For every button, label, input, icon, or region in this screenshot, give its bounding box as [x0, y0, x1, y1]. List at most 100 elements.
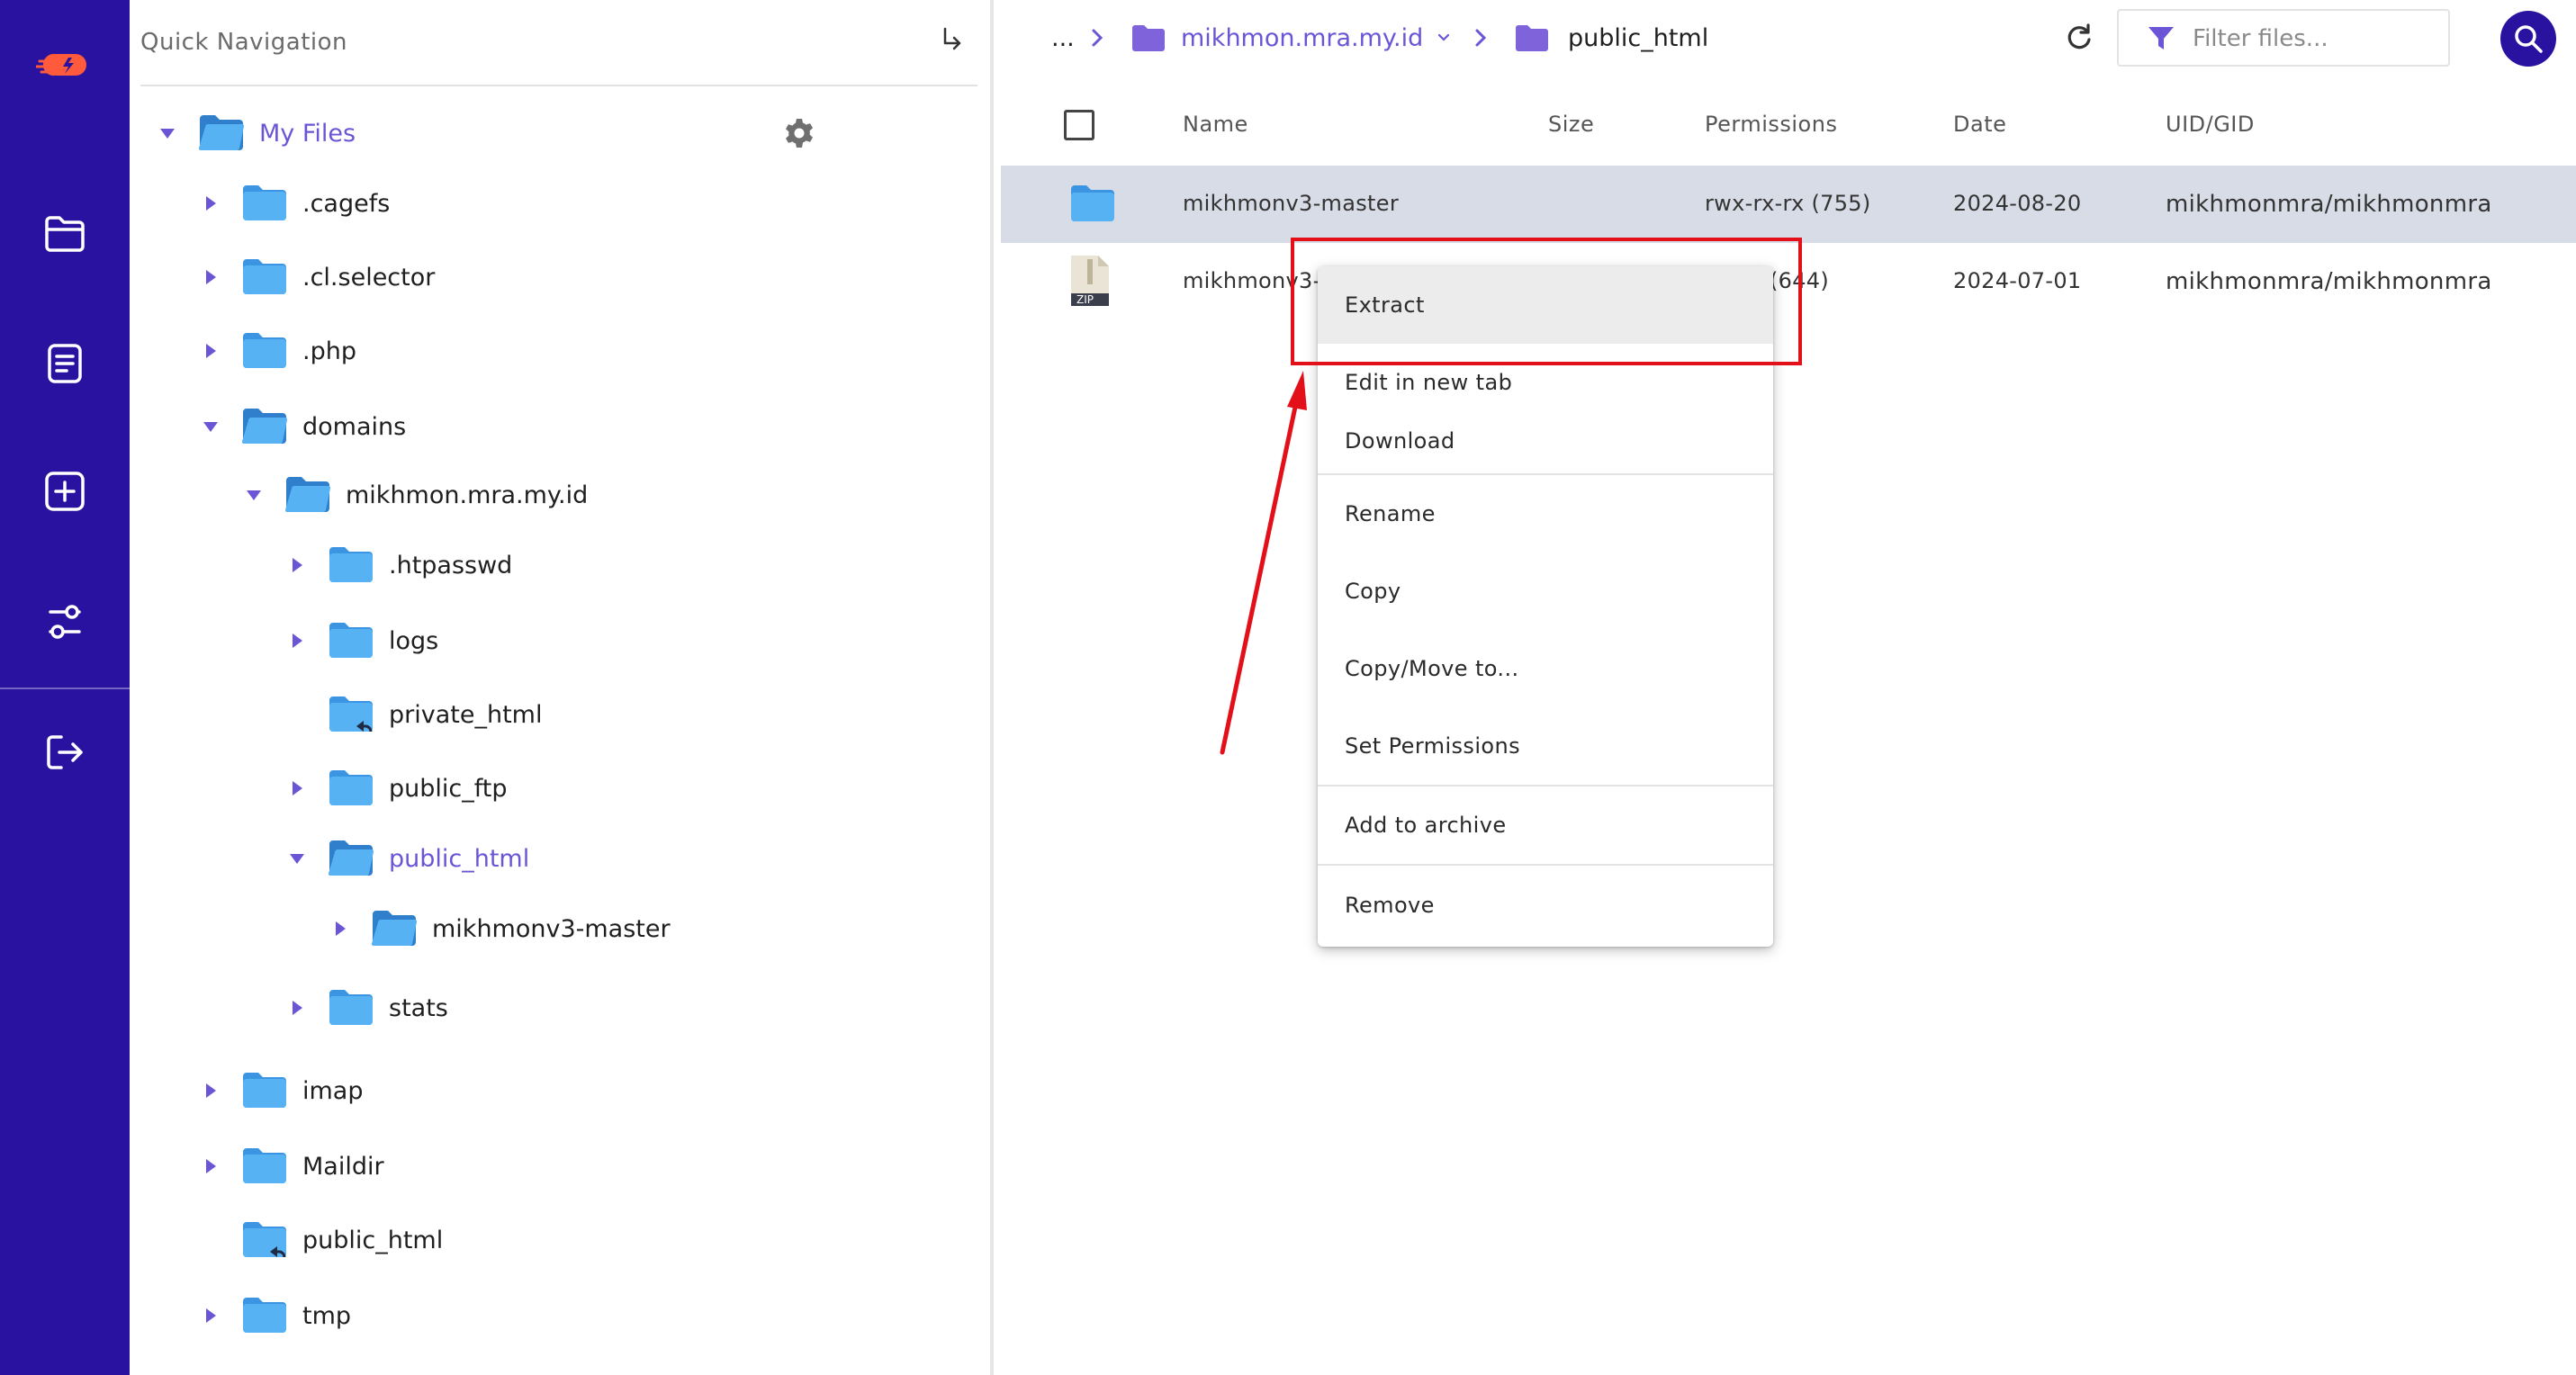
context-menu: Extract Edit in new tab Download Rename …	[1318, 266, 1773, 947]
search-button[interactable]	[2500, 11, 2556, 67]
tree-node-label: My Files	[259, 119, 356, 148]
breadcrumb-ellipsis[interactable]: ...	[1051, 22, 1075, 54]
tree-node-label: public_ftp	[389, 774, 508, 803]
caret-right-icon[interactable]	[286, 997, 308, 1019]
caret-down-icon[interactable]	[286, 848, 308, 869]
column-header-uid[interactable]: UID/GID	[2166, 112, 2255, 137]
folder-icon	[1132, 25, 1165, 51]
tree-node[interactable]: logs	[286, 617, 438, 664]
annotation-arrow	[1220, 371, 1307, 755]
tree-node-label: public_html	[302, 1226, 444, 1254]
caret-right-icon[interactable]	[329, 918, 351, 939]
settings-sliders-icon[interactable]	[40, 598, 90, 648]
breadcrumb-current[interactable]: public_html	[1514, 22, 1708, 54]
tree-node[interactable]: mikhmon.mra.my.id	[243, 472, 588, 518]
caret-right-icon[interactable]	[286, 554, 308, 576]
folder-icon	[241, 184, 288, 222]
breadcrumb-current-label: public_html	[1568, 23, 1709, 52]
document-icon[interactable]	[40, 338, 90, 389]
breadcrumb-domain[interactable]: mikhmon.mra.my.id	[1130, 22, 1450, 54]
tree-node-label: .cl.selector	[302, 263, 436, 292]
annotation-highlight-box	[1291, 238, 1802, 365]
folder-open-icon	[198, 114, 245, 152]
folder-icon	[328, 622, 374, 660]
caret-right-icon[interactable]	[200, 1155, 221, 1177]
chevron-down-icon	[1438, 33, 1450, 41]
tree-node[interactable]: public_html	[200, 1217, 443, 1263]
folder-icon	[328, 546, 374, 584]
select-all-checkbox[interactable]	[1064, 110, 1094, 140]
menu-item-copy-move[interactable]: Copy/Move to...	[1318, 630, 1773, 707]
menu-item-set-permissions[interactable]: Set Permissions	[1318, 707, 1773, 785]
folder-open-icon	[241, 408, 288, 445]
folder-icon	[241, 332, 288, 370]
tree-node[interactable]: .cl.selector	[200, 254, 435, 301]
breadcrumb-domain-label: mikhmon.mra.my.id	[1181, 23, 1424, 52]
zip-badge: ZIP	[1076, 293, 1094, 306]
folder-icon	[241, 1147, 288, 1185]
caret-right-icon[interactable]	[200, 340, 221, 362]
menu-item-download[interactable]: Download	[1318, 409, 1773, 473]
caret-down-icon[interactable]	[157, 122, 178, 144]
tree-node[interactable]: .htpasswd	[286, 542, 512, 589]
menu-item-copy[interactable]: Copy	[1318, 553, 1773, 630]
tree-node[interactable]: .cagefs	[200, 180, 390, 227]
caret-right-icon[interactable]	[286, 777, 308, 799]
folder-icon[interactable]	[40, 209, 90, 259]
caret-right-icon[interactable]	[200, 1305, 221, 1326]
tree-node-label: mikhmon.mra.my.id	[346, 481, 589, 509]
logo-icon[interactable]	[34, 47, 94, 83]
folder-icon	[1071, 185, 1114, 221]
tree-node[interactable]: imap	[200, 1067, 364, 1114]
gear-icon[interactable]	[783, 117, 815, 149]
tree-node[interactable]: public_ftp	[286, 765, 508, 812]
folder-icon	[241, 258, 288, 296]
column-header-date[interactable]: Date	[1953, 112, 2006, 137]
tree-node[interactable]: public_html	[286, 835, 529, 882]
tree-node-label: logs	[389, 626, 439, 655]
tree-node-label: .htpasswd	[389, 551, 513, 580]
menu-item-add-to-archive[interactable]: Add to archive	[1318, 786, 1773, 864]
menu-item-rename[interactable]: Rename	[1318, 475, 1773, 553]
folder-open-icon	[328, 840, 374, 877]
filter-field[interactable]	[2117, 9, 2450, 67]
tree-node[interactable]: private_html	[286, 691, 542, 738]
file-date: 2024-08-20	[1953, 191, 2082, 216]
caret-down-icon[interactable]	[243, 484, 265, 506]
tree-node-label: .php	[302, 337, 356, 365]
caret-right-icon[interactable]	[286, 630, 308, 652]
search-icon	[2515, 25, 2543, 53]
file-date: 2024-07-01	[1953, 268, 2082, 293]
caret-right-icon[interactable]	[200, 1080, 221, 1101]
tree-root-my-files[interactable]: My Files	[157, 110, 356, 157]
tree-node-label: mikhmonv3-master	[432, 914, 671, 943]
table-row[interactable]: mikhmonv3-master rwx-rx-rx (755) 2024-08…	[1001, 166, 2576, 243]
panel-splitter[interactable]	[990, 0, 994, 1375]
caret-down-icon[interactable]	[200, 416, 221, 437]
tree-node-label: tmp	[302, 1301, 352, 1330]
refresh-icon[interactable]	[2061, 20, 2097, 56]
column-header-size[interactable]: Size	[1548, 112, 1594, 137]
tree-node[interactable]: domains	[200, 403, 406, 450]
file-uid: mikhmonmra/mikhmonmra	[2166, 268, 2492, 295]
tree-node[interactable]: tmp	[200, 1292, 351, 1339]
tree-node-label: public_html	[389, 844, 530, 873]
caret-right-icon[interactable]	[200, 266, 221, 288]
chevron-right-icon	[1091, 22, 1103, 54]
file-name: mikhmonv3-master	[1183, 191, 1399, 216]
tree-node[interactable]: .php	[200, 328, 356, 374]
tree-node-label: stats	[389, 993, 448, 1022]
column-header-permissions[interactable]: Permissions	[1705, 112, 1837, 137]
add-icon[interactable]	[40, 466, 90, 517]
filter-input[interactable]	[2193, 22, 2436, 56]
collapse-arrow-icon[interactable]	[938, 25, 974, 61]
file-uid: mikhmonmra/mikhmonmra	[2166, 191, 2492, 218]
tree-node[interactable]: Maildir	[200, 1143, 384, 1190]
tree-node[interactable]: stats	[286, 984, 448, 1031]
tree-node[interactable]: mikhmonv3-master	[329, 905, 671, 952]
folder-open-icon	[371, 910, 418, 948]
caret-right-icon[interactable]	[200, 193, 221, 214]
menu-item-remove[interactable]: Remove	[1318, 866, 1773, 945]
column-header-name[interactable]: Name	[1183, 112, 1248, 137]
logout-icon[interactable]	[40, 727, 90, 777]
